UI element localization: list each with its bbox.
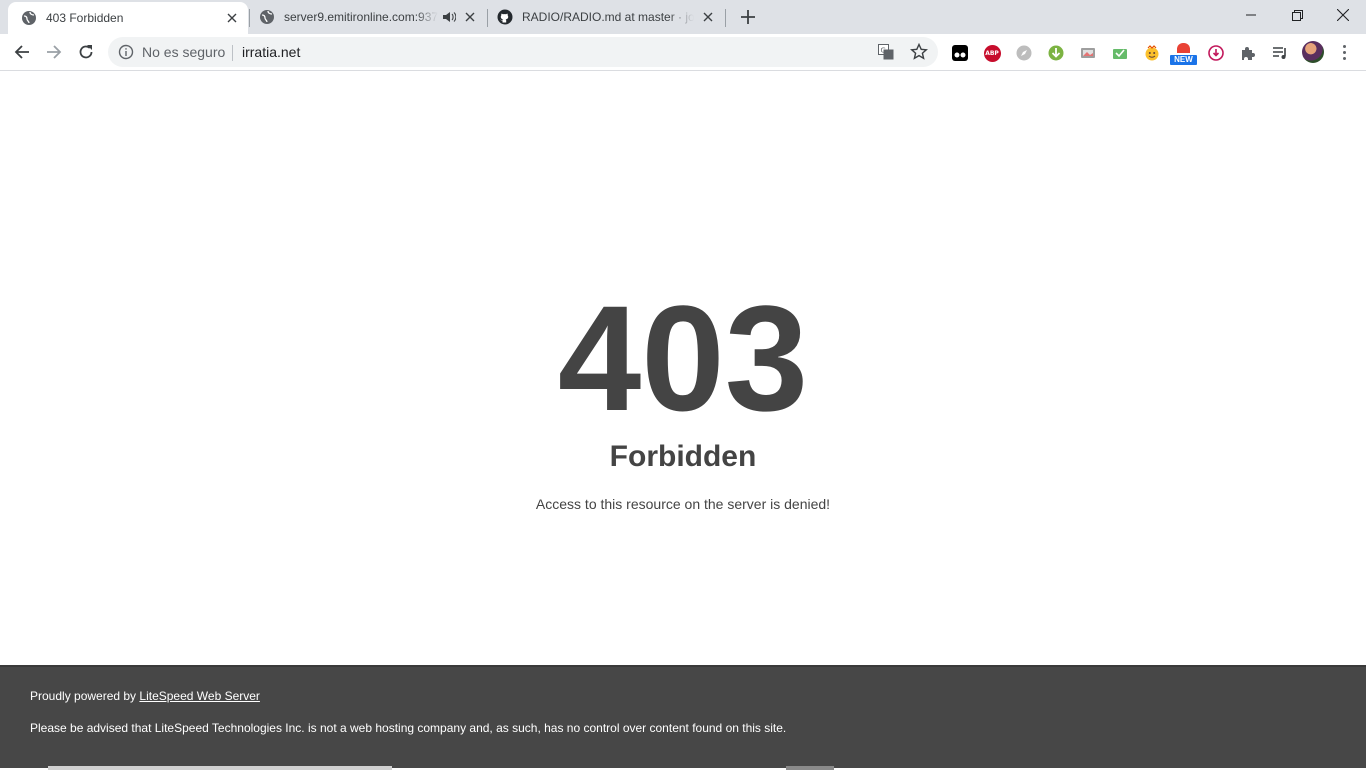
security-status[interactable]: No es seguro [142,44,225,60]
adblock-plus-extension-icon[interactable]: ABP [982,43,1002,63]
browser-toolbar: No es seguro irratia.net G ABP NEW [0,34,1366,71]
restore-window-button[interactable] [1274,0,1320,30]
address-divider [232,45,233,61]
media-control-icon[interactable] [1270,43,1290,63]
github-icon [497,9,513,25]
speaker-icon[interactable] [442,10,456,24]
disclaimer-text: Please be advised that LiteSpeed Technol… [30,721,787,735]
close-tab-icon[interactable] [224,10,240,26]
minimize-window-button[interactable] [1228,0,1274,30]
new-badge-extension-icon[interactable]: NEW [1170,43,1197,65]
back-button[interactable] [8,38,36,66]
page-footer: Proudly powered by LiteSpeed Web Server … [0,665,1366,770]
bookmark-star-icon[interactable] [910,42,928,61]
globe-icon [259,9,275,25]
close-tab-icon[interactable] [462,9,478,25]
taskbar-edge [786,766,834,770]
screenshot-extension-icon[interactable] [1078,43,1098,63]
smiley-extension-icon[interactable] [1142,43,1162,63]
taskbar-edge [48,766,392,770]
globe-icon [21,10,37,26]
info-icon[interactable] [118,44,134,60]
url-text[interactable]: irratia.net [242,44,300,60]
page-content: 403 Forbidden Access to this resource on… [0,71,1366,665]
tab-strip: 403 Forbidden server9.emitironline.com:9… [0,0,1366,34]
error-title: Forbidden [609,440,757,473]
tab-title: 403 Forbidden [46,11,124,25]
powered-by-text: Proudly powered by [30,689,140,703]
browser-menu-icon[interactable] [1336,42,1352,62]
download-extension-icon[interactable] [1046,43,1066,63]
error-description: Access to this resource on the server is… [535,496,831,512]
translate-icon[interactable]: G [878,44,894,60]
tab-title: server9.emitironline.com:937 [284,10,438,24]
close-tab-icon[interactable] [700,9,716,25]
tab-github-radio[interactable]: RADIO/RADIO.md at master · jon [488,0,724,34]
tampermonkey-extension-icon[interactable] [950,43,970,63]
error-code: 403 [557,274,809,442]
svg-text:G: G [881,47,886,55]
tab-403-forbidden[interactable]: 403 Forbidden [8,2,248,34]
tab-separator [725,9,726,27]
forward-button[interactable] [40,38,68,66]
inbox-check-extension-icon[interactable] [1110,43,1130,63]
close-window-button[interactable] [1320,0,1366,30]
video-downloader-extension-icon[interactable] [1206,43,1226,63]
powered-by-line: Proudly powered by LiteSpeed Web Server [30,689,260,703]
new-tab-button[interactable] [736,5,760,29]
tab-server9[interactable]: server9.emitironline.com:937 [250,0,486,34]
litespeed-link[interactable]: LiteSpeed Web Server [139,689,260,703]
extensions-puzzle-icon[interactable] [1238,43,1258,63]
tab-title: RADIO/RADIO.md at master · jon [522,10,694,24]
compass-extension-icon[interactable] [1014,43,1034,63]
reload-button[interactable] [72,38,100,66]
address-bar[interactable]: No es seguro irratia.net G [108,37,938,67]
profile-avatar[interactable] [1302,41,1324,63]
